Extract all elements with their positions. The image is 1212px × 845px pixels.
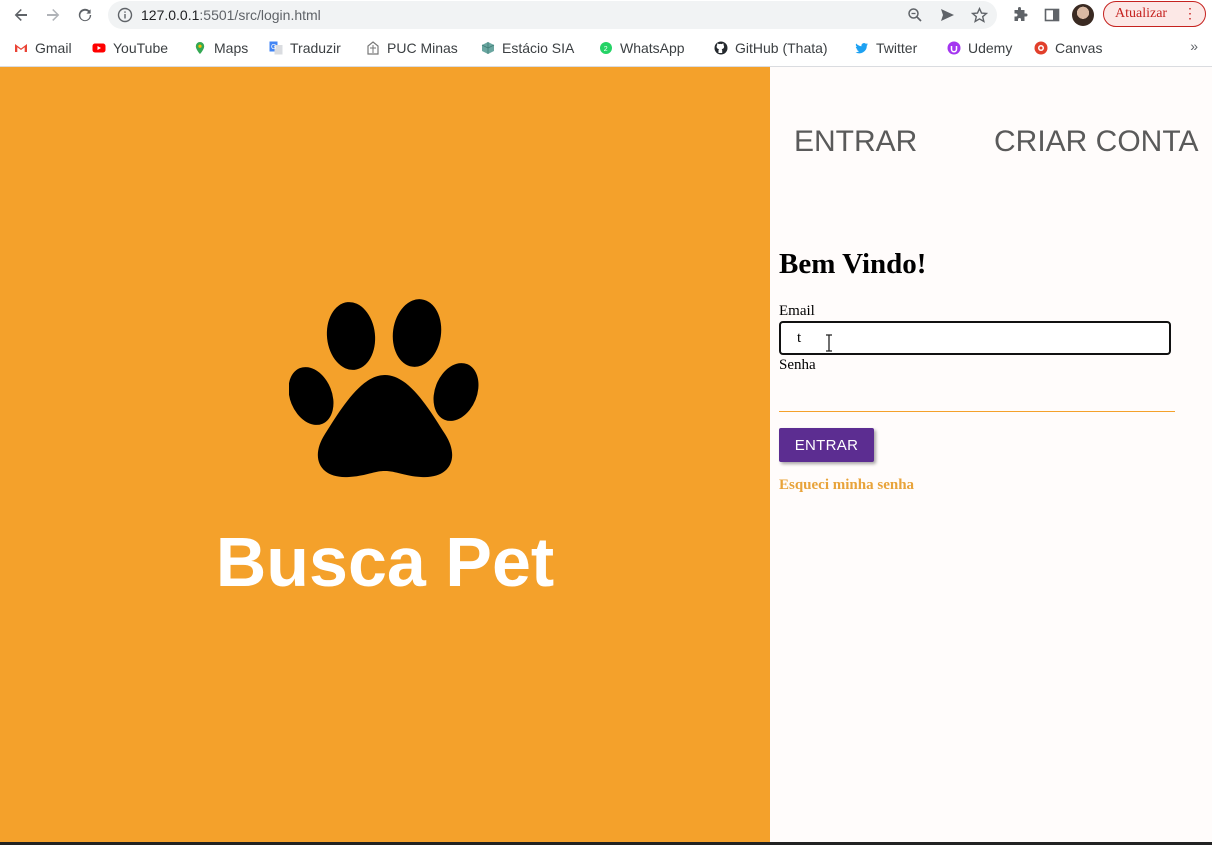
text-cursor-icon	[826, 334, 832, 352]
password-label: Senha	[779, 357, 816, 373]
bookmark-label: Twitter	[876, 40, 918, 56]
forgot-password-link[interactable]: Esqueci minha senha	[779, 477, 914, 494]
tab-signup[interactable]: CRIAR CONTA	[994, 125, 1198, 159]
bookmark-whatsapp[interactable]: 2 WhatsApp	[599, 39, 685, 57]
site-info-icon[interactable]	[117, 7, 133, 23]
brand-title: Busca Pet	[215, 523, 555, 601]
tab-login[interactable]: ENTRAR	[794, 125, 917, 159]
url-host: 127.0.0.1	[141, 7, 200, 23]
update-button-label: Atualizar	[1115, 6, 1168, 21]
puc-minas-icon	[367, 41, 379, 55]
side-panel-icon[interactable]	[1042, 5, 1062, 25]
bookmark-udemy[interactable]: Udemy	[947, 39, 1012, 57]
email-field[interactable]	[779, 321, 1171, 355]
more-vert-icon: ⋮	[1183, 5, 1197, 21]
maps-icon	[195, 42, 205, 54]
bookmark-gmail[interactable]: Gmail	[14, 39, 72, 57]
bookmark-label: Maps	[214, 40, 249, 56]
forward-arrow-icon[interactable]	[41, 4, 65, 26]
extensions-icon[interactable]	[1010, 5, 1030, 25]
gmail-icon	[15, 44, 27, 52]
udemy-icon	[947, 41, 961, 55]
bookmark-label: YouTube	[113, 40, 169, 56]
address-bar[interactable]: 127.0.0.1:5501/src/login.html	[108, 1, 997, 29]
url-path: :5501/src/login.html	[199, 7, 321, 23]
bookmarks-bar: Gmail YouTube Maps G Traduzir PUC Minas …	[0, 31, 1212, 67]
bookmark-label: Traduzir	[290, 40, 341, 56]
translate-icon: G	[269, 41, 283, 55]
bookmark-label: WhatsApp	[620, 40, 685, 56]
profile-avatar[interactable]	[1072, 4, 1094, 26]
bookmark-twitter[interactable]: Twitter	[855, 39, 917, 57]
login-button[interactable]: ENTRAR	[779, 428, 874, 462]
email-label: Email	[779, 303, 815, 319]
bookmark-youtube[interactable]: YouTube	[92, 39, 168, 57]
svg-text:2: 2	[604, 46, 608, 53]
reload-icon[interactable]	[73, 4, 97, 26]
bookmark-star-icon[interactable]	[970, 6, 988, 24]
send-icon[interactable]	[938, 6, 956, 24]
paw-icon	[289, 299, 479, 478]
github-icon	[714, 41, 728, 55]
bookmark-puc-minas[interactable]: PUC Minas	[366, 39, 458, 57]
hero-panel: Busca Pet	[0, 67, 770, 843]
estacio-icon	[481, 42, 495, 54]
bookmarks-more-icon[interactable]: »	[1190, 38, 1198, 54]
canvas-icon	[1034, 41, 1048, 55]
url-text: 127.0.0.1:5501/src/login.html	[141, 7, 321, 23]
bookmark-maps[interactable]: Maps	[193, 39, 248, 57]
youtube-icon	[92, 43, 106, 53]
bookmark-estacio[interactable]: Estácio SIA	[481, 39, 574, 57]
svg-text:G: G	[271, 44, 276, 51]
bookmark-traduzir[interactable]: G Traduzir	[269, 39, 341, 57]
twitter-icon	[855, 43, 868, 54]
back-arrow-icon[interactable]	[9, 4, 33, 26]
bookmark-label: Canvas	[1055, 40, 1103, 56]
bookmark-label: PUC Minas	[387, 40, 458, 56]
browser-toolbar: 127.0.0.1:5501/src/login.html Atualizar …	[0, 0, 1212, 31]
password-field[interactable]	[779, 377, 1175, 412]
bookmark-label: Gmail	[35, 40, 72, 56]
login-page: Busca Pet ENTRAR CRIAR CONTA Bem Vindo! …	[0, 67, 1212, 845]
bookmark-label: Estácio SIA	[502, 40, 575, 56]
whatsapp-icon: 2	[600, 42, 612, 54]
bookmark-github[interactable]: GitHub (Thata)	[714, 39, 828, 57]
welcome-heading: Bem Vindo!	[779, 248, 927, 280]
bookmark-label: Udemy	[968, 40, 1013, 56]
update-button[interactable]: Atualizar ⋮	[1103, 1, 1206, 27]
zoom-icon[interactable]	[906, 6, 924, 24]
bookmark-canvas[interactable]: Canvas	[1034, 39, 1102, 57]
auth-panel: ENTRAR CRIAR CONTA Bem Vindo! Email Senh…	[770, 67, 1212, 843]
bookmark-label: GitHub (Thata)	[735, 40, 828, 56]
